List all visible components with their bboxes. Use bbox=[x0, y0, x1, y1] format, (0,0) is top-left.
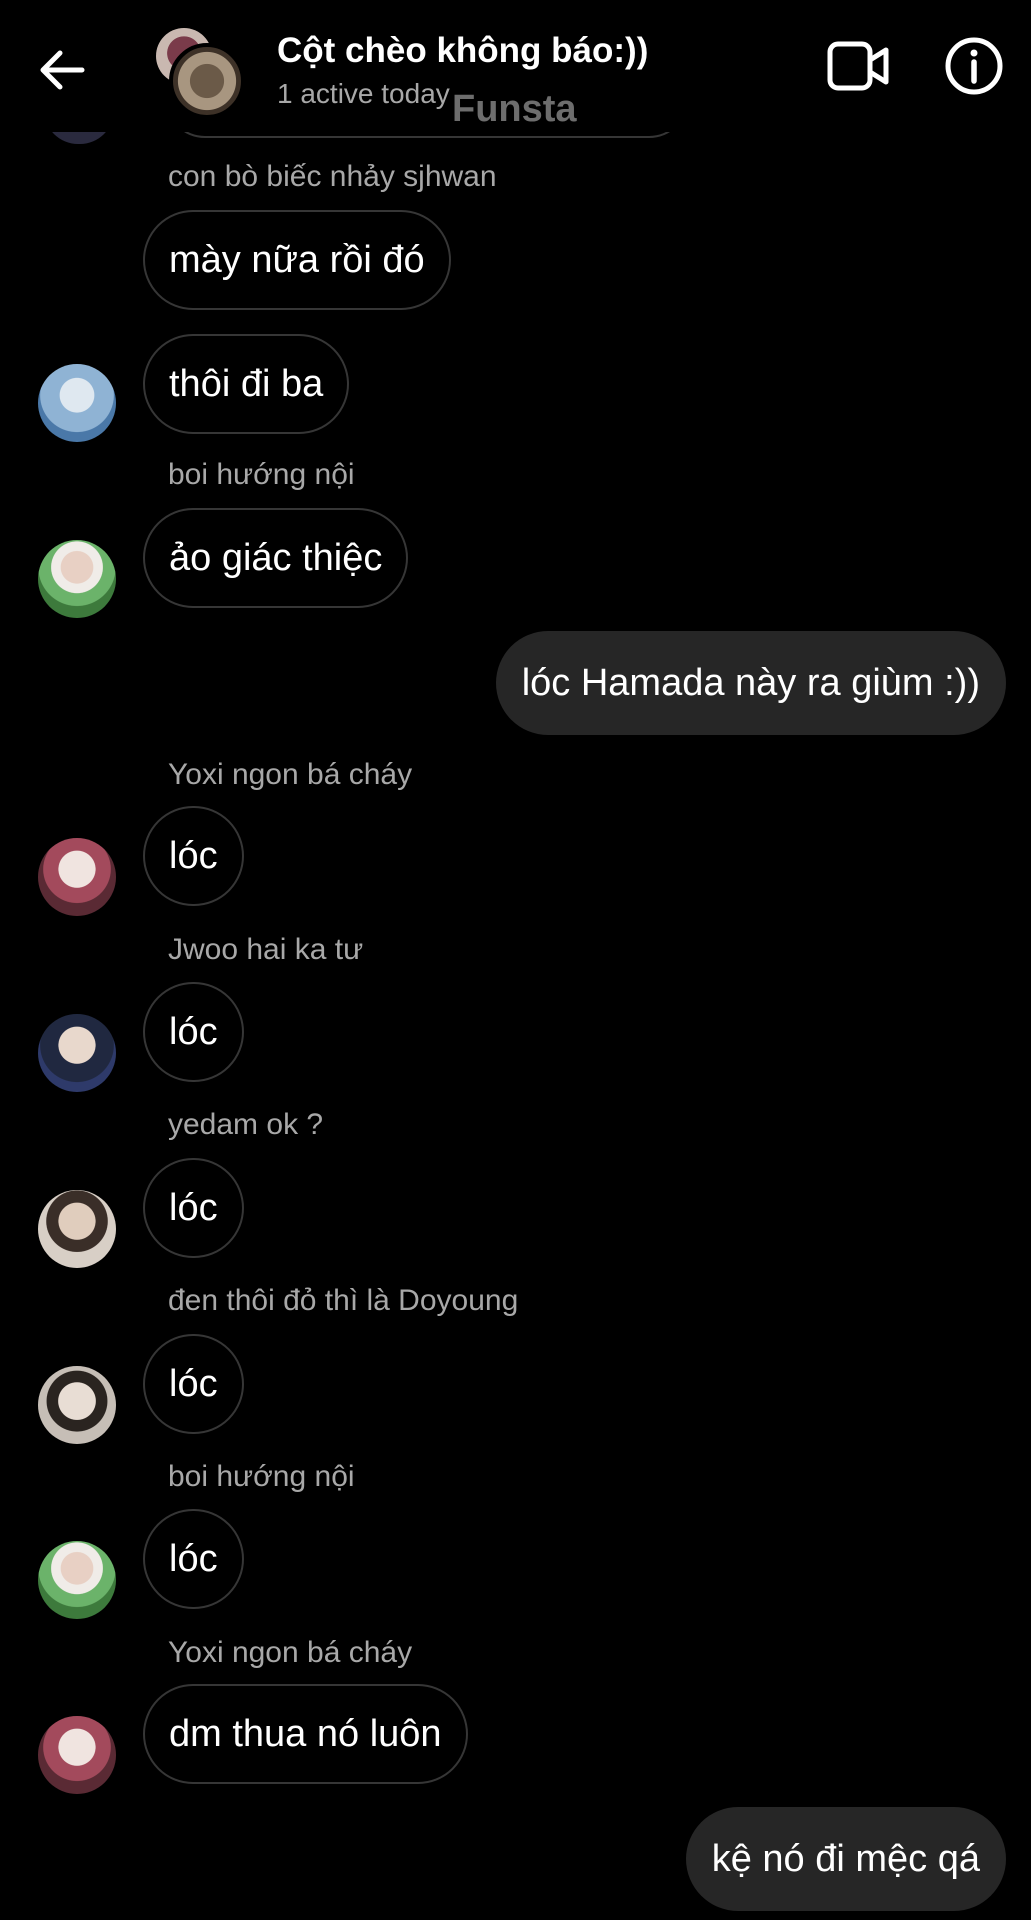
outgoing-message-bubble[interactable]: kệ nó đi mệc qá bbox=[685, 1807, 1006, 1911]
sender-name: con bò biếc nhảy sjhwan bbox=[168, 160, 497, 193]
info-circle-icon bbox=[945, 37, 1003, 95]
back-button[interactable] bbox=[36, 44, 88, 96]
message-bubble[interactable]: ảo giác thiệc bbox=[143, 508, 409, 608]
sender-name: Yoxi ngon bá cháy bbox=[168, 1636, 413, 1669]
outgoing-message-bubble[interactable]: lóc Hamada này ra giùm :)) bbox=[495, 631, 1006, 735]
message-bubble[interactable]: dm thua nó luôn bbox=[143, 1684, 468, 1784]
avatar[interactable] bbox=[38, 1541, 116, 1619]
sender-name: Jwoo hai ka tư bbox=[168, 933, 364, 966]
info-button[interactable] bbox=[944, 36, 1004, 96]
avatar[interactable] bbox=[38, 1014, 116, 1092]
avatar[interactable] bbox=[38, 1190, 116, 1268]
avatar[interactable] bbox=[38, 364, 116, 442]
sender-name: yedam ok ? bbox=[168, 1108, 324, 1141]
sender-name: đen thôi đỏ thì là Doyoung bbox=[168, 1284, 519, 1317]
video-camera-icon bbox=[827, 41, 889, 91]
arrow-left-icon bbox=[40, 50, 85, 90]
video-call-button[interactable] bbox=[826, 38, 892, 94]
message-bubble[interactable]: lóc bbox=[143, 806, 244, 906]
sender-name: Yoxi ngon bá cháy bbox=[168, 758, 413, 791]
message-bubble[interactable]: lóc bbox=[143, 1509, 244, 1609]
avatar[interactable] bbox=[38, 540, 116, 618]
sender-name: boi hướng nội bbox=[168, 1460, 355, 1493]
message-bubble[interactable]: mày nữa rồi đó bbox=[143, 210, 451, 310]
avatar[interactable] bbox=[38, 1716, 116, 1794]
message-bubble[interactable]: lóc bbox=[143, 1158, 244, 1258]
message-bubble[interactable]: thôi đi ba bbox=[143, 334, 350, 434]
chat-title: Cột chèo không báo:)) bbox=[277, 31, 649, 70]
watermark-text: Funsta bbox=[452, 88, 577, 130]
message-thread: con bò biếc nhảy sjhwan mày nữa rồi đó t… bbox=[0, 0, 1031, 1920]
group-avatar-front bbox=[169, 43, 245, 119]
avatar[interactable] bbox=[38, 838, 116, 916]
avatar[interactable] bbox=[38, 1366, 116, 1444]
message-bubble[interactable]: lóc bbox=[143, 982, 244, 1082]
sender-name: boi hướng nội bbox=[168, 458, 355, 491]
group-avatar[interactable] bbox=[156, 28, 245, 119]
message-bubble[interactable]: lóc bbox=[143, 1334, 244, 1434]
